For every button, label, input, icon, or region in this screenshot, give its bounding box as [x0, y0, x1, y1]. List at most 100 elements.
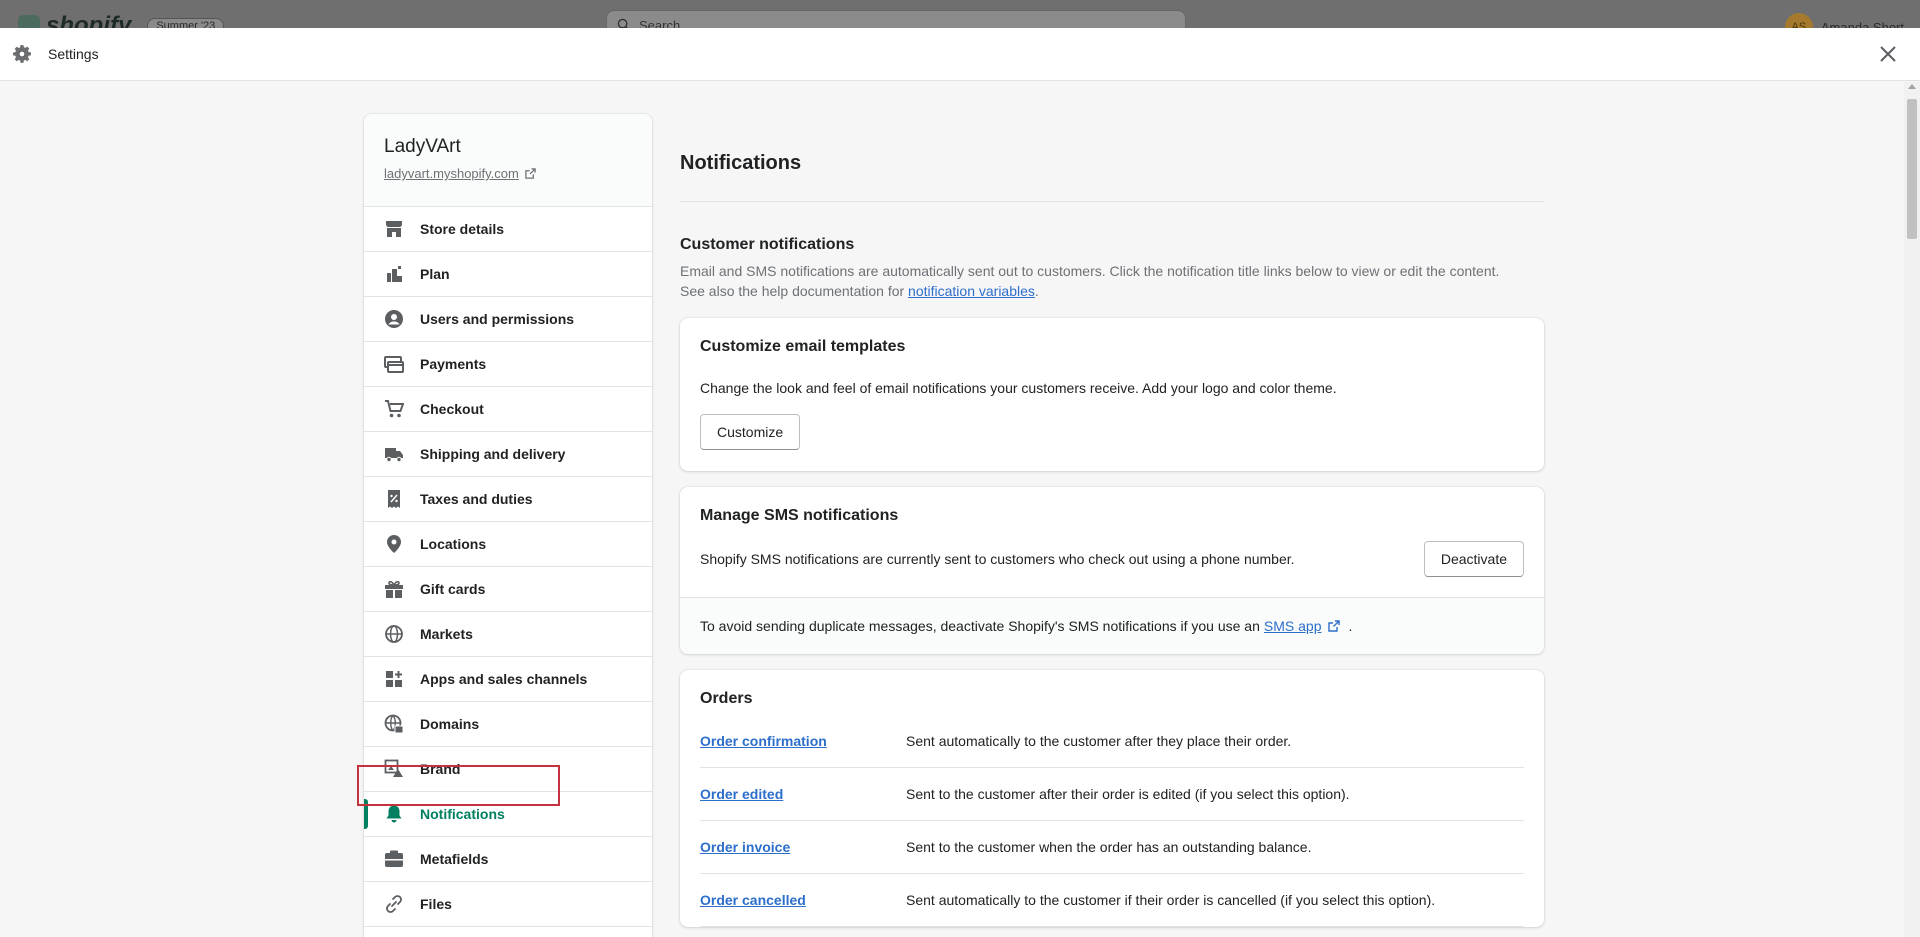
sidebar-item-label: Locations — [420, 536, 487, 552]
sidebar-item-shipping[interactable]: Shipping and delivery — [364, 432, 652, 477]
desc-line-1: Email and SMS notifications are automati… — [680, 263, 1500, 279]
sidebar-item-label: Plan — [420, 266, 450, 282]
search-icon — [617, 18, 628, 28]
store-icon — [384, 219, 404, 239]
link-icon — [384, 894, 404, 914]
order-row-desc: Sent to the customer when the order has … — [906, 839, 1312, 855]
tax-icon — [384, 489, 404, 509]
order-invoice-link[interactable]: Order invoice — [700, 839, 906, 855]
sidebar-item-plan[interactable]: Plan — [364, 252, 652, 297]
sidebar-item-label: Metafields — [420, 851, 489, 867]
sidebar-item-label: Store details — [420, 221, 505, 237]
sidebar-item-label: Domains — [420, 716, 480, 732]
sidebar-item-label: Users and permissions — [420, 311, 575, 327]
order-row-desc: Sent automatically to the customer after… — [906, 732, 1292, 749]
sidebar-item-users[interactable]: Users and permissions — [364, 297, 652, 342]
user-icon — [384, 309, 404, 329]
sidebar-item-domains[interactable]: Domains — [364, 702, 652, 747]
sidebar-item-files[interactable]: Files — [364, 882, 652, 927]
sidebar-item-apps[interactable]: Apps and sales channels — [364, 657, 652, 702]
location-icon — [384, 534, 404, 554]
user-name: Amanda Short — [1820, 19, 1904, 29]
page-title: Notifications — [680, 152, 802, 174]
sidebar-item-metafields[interactable]: Metafields — [364, 837, 652, 882]
sidebar-item-locations[interactable]: Locations — [364, 522, 652, 567]
scrollbar-thumb[interactable] — [1907, 99, 1917, 239]
notification-variables-link[interactable]: notification variables — [908, 283, 1035, 299]
sidebar-item-label: Payments — [420, 356, 487, 372]
email-templates-title: Customize email templates — [700, 338, 906, 355]
settings-sidebar: LadyVArt ladyvart.myshopify.com Store de… — [364, 114, 652, 937]
store-url-link[interactable]: ladyvart.myshopify.com — [384, 166, 519, 181]
table-row: Order confirmation Sent automatically to… — [700, 714, 1524, 768]
sidebar-item-label: Files — [420, 896, 452, 912]
sidebar-item-markets[interactable]: Markets — [364, 612, 652, 657]
scroll-up-arrow-icon[interactable] — [1908, 84, 1916, 89]
scrollbar[interactable] — [1904, 82, 1920, 937]
order-edited-link[interactable]: Order edited — [700, 786, 906, 802]
close-button[interactable] — [1876, 42, 1900, 66]
sidebar-item-label: Brand — [420, 761, 461, 777]
order-confirmation-link[interactable]: Order confirmation — [700, 733, 906, 749]
sidebar-item-brand[interactable]: Brand — [364, 747, 652, 792]
orders-card: Orders Order confirmation Sent automatic… — [680, 670, 1544, 927]
user-menu: AS Amanda Short — [1784, 13, 1904, 29]
avatar: AS — [1784, 13, 1813, 28]
notifications-main: Notifications Customer notifications Ema… — [680, 82, 1544, 927]
sidebar-item-gift-cards[interactable]: Gift cards — [364, 567, 652, 612]
order-cancelled-link[interactable]: Order cancelled — [700, 892, 906, 908]
sidebar-item-label: Markets — [420, 626, 473, 642]
sidebar-item-taxes[interactable]: Taxes and duties — [364, 477, 652, 522]
sidebar-item-label: Apps and sales channels — [420, 671, 588, 687]
desc-line-2: See also the help documentation for noti… — [680, 281, 1544, 301]
sms-notifications-title: Manage SMS notifications — [700, 507, 899, 524]
sidebar-item-label: Notifications — [420, 806, 505, 822]
customer-notifications-title: Customer notifications — [680, 236, 855, 253]
order-row-desc: Sent to the customer after their order i… — [906, 786, 1350, 802]
domain-icon — [384, 714, 404, 734]
order-row-desc: Sent automatically to the customer if th… — [906, 892, 1436, 908]
globe-icon — [384, 624, 404, 644]
logo-text: shopify — [46, 12, 132, 28]
customer-notifications-desc: Email and SMS notifications are automati… — [680, 261, 1544, 301]
deactivate-button[interactable]: Deactivate — [1423, 541, 1524, 577]
sidebar-item-label: Checkout — [420, 401, 484, 417]
table-row: Order invoice Sent to the customer when … — [700, 821, 1524, 874]
admin-search: Search — [606, 10, 1186, 28]
gift-icon — [384, 579, 404, 599]
email-templates-card: Customize email templates Change the loo… — [680, 318, 1544, 471]
store-url-row: ladyvart.myshopify.com — [384, 166, 632, 181]
title-divider — [680, 201, 1544, 202]
sidebar-item-notifications[interactable]: Notifications — [364, 792, 652, 837]
sms-footer-suffix: . — [1348, 618, 1353, 634]
sms-notifications-card: Manage SMS notifications Shopify SMS not… — [680, 487, 1544, 654]
sms-notifications-text: Shopify SMS notifications are currently … — [700, 551, 1295, 567]
truck-icon — [384, 444, 404, 464]
metafields-icon — [384, 849, 404, 869]
sidebar-item-payments[interactable]: Payments — [364, 342, 652, 387]
external-link-icon — [525, 168, 536, 179]
sms-footer-text: To avoid sending duplicate messages, dea… — [700, 618, 1260, 634]
store-name: LadyVArt — [384, 136, 461, 157]
edition-badge: Summer '23 — [147, 18, 225, 28]
orders-title: Orders — [700, 690, 753, 707]
settings-modal: Settings LadyVArt ladyvart.myshopify.com… — [0, 28, 1920, 937]
apps-icon — [384, 669, 404, 689]
admin-topbar: shopify Summer '23 Search AS Amanda Shor… — [0, 0, 1920, 28]
modal-header: Settings — [0, 28, 1920, 81]
sms-app-link[interactable]: SMS app — [1264, 618, 1322, 634]
brand-icon — [384, 759, 404, 779]
bell-icon — [384, 804, 404, 824]
desc-line-2-suffix: . — [1034, 283, 1039, 299]
sms-card-footer: To avoid sending duplicate messages, dea… — [680, 597, 1544, 654]
payments-icon — [384, 354, 404, 374]
sidebar-item-label: Taxes and duties — [420, 491, 533, 507]
sidebar-item-label: Gift cards — [420, 581, 486, 597]
sidebar-item-store-details[interactable]: Store details — [364, 207, 652, 252]
table-row: Order edited Sent to the customer after … — [700, 768, 1524, 821]
search-placeholder: Search — [639, 17, 681, 29]
sidebar-item-checkout[interactable]: Checkout — [364, 387, 652, 432]
external-link-icon — [1328, 620, 1341, 632]
customize-button[interactable]: Customize — [700, 414, 801, 450]
shopify-bag-icon — [18, 15, 40, 28]
